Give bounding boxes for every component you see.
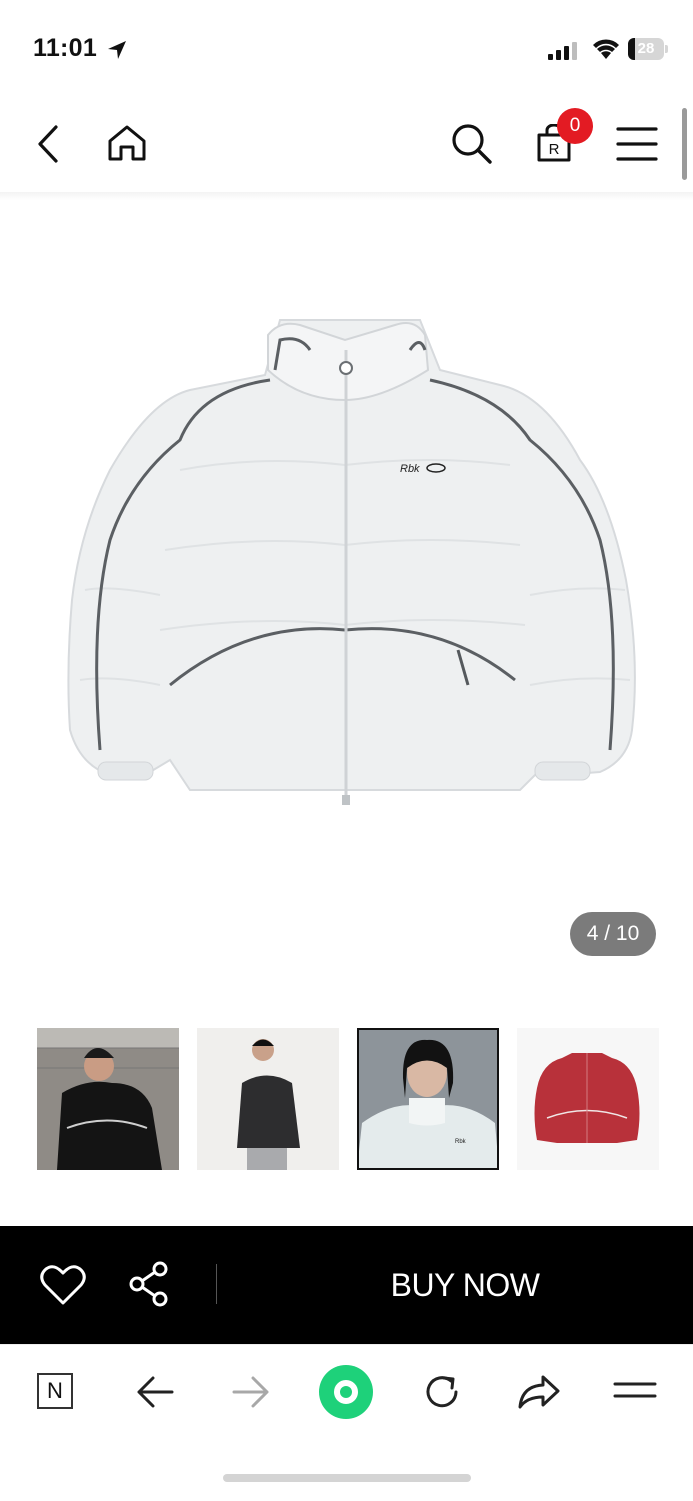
browser-menu-icon[interactable] bbox=[613, 1379, 657, 1401]
jacket-illustration: Rbk bbox=[67, 319, 636, 805]
thumbnail-model-black-jacket-outdoor bbox=[37, 1028, 179, 1170]
home-indicator bbox=[223, 1474, 471, 1482]
signal-icon bbox=[548, 42, 577, 60]
location-arrow-icon bbox=[108, 41, 126, 59]
search-icon[interactable] bbox=[450, 122, 494, 166]
thumbnail-strip: Rbk bbox=[0, 1028, 693, 1172]
back-arrow-icon[interactable] bbox=[136, 1375, 174, 1409]
image-counter: 4 / 10 bbox=[570, 912, 656, 956]
thumbnail-model-black-jacket-studio bbox=[197, 1028, 339, 1170]
scrollbar[interactable] bbox=[682, 108, 687, 180]
thumbnail-4[interactable] bbox=[517, 1028, 659, 1170]
status-bar: 11:01 28 bbox=[0, 0, 693, 96]
app-header: R 0 bbox=[0, 96, 693, 192]
cart-count-badge: 0 bbox=[557, 108, 593, 144]
cart-letter: R bbox=[549, 141, 560, 158]
thumbnail-3[interactable]: Rbk bbox=[357, 1028, 499, 1170]
product-image[interactable]: Rbk bbox=[0, 200, 693, 990]
buy-now-button[interactable]: BUY NOW bbox=[260, 1226, 670, 1344]
battery-icon: 28 bbox=[628, 38, 664, 60]
header-divider bbox=[0, 192, 693, 200]
menu-icon[interactable] bbox=[616, 126, 658, 162]
back-icon[interactable] bbox=[34, 124, 62, 164]
home-icon[interactable] bbox=[106, 123, 148, 163]
thumbnail-model-white-jacket: Rbk bbox=[357, 1028, 499, 1170]
heart-icon[interactable] bbox=[40, 1264, 86, 1306]
n-icon[interactable]: N bbox=[37, 1373, 73, 1409]
status-time: 11:01 bbox=[33, 34, 98, 62]
battery-level: 28 bbox=[637, 40, 655, 57]
green-home-icon[interactable] bbox=[319, 1365, 373, 1419]
svg-text:Rbk: Rbk bbox=[455, 1139, 467, 1145]
share-icon[interactable] bbox=[128, 1261, 170, 1307]
wifi-icon bbox=[593, 39, 619, 59]
battery-tip bbox=[665, 45, 668, 53]
share-forward-icon[interactable] bbox=[517, 1374, 561, 1410]
refresh-icon[interactable] bbox=[422, 1372, 462, 1412]
forward-arrow-icon[interactable] bbox=[232, 1375, 270, 1409]
thumbnail-red-jacket bbox=[517, 1028, 659, 1170]
purchase-bar: BUY NOW bbox=[0, 1226, 693, 1344]
buy-bar-divider bbox=[216, 1264, 217, 1304]
jacket-logo: Rbk bbox=[400, 463, 420, 475]
thumbnail-1[interactable] bbox=[37, 1028, 179, 1170]
thumbnail-2[interactable] bbox=[197, 1028, 339, 1170]
